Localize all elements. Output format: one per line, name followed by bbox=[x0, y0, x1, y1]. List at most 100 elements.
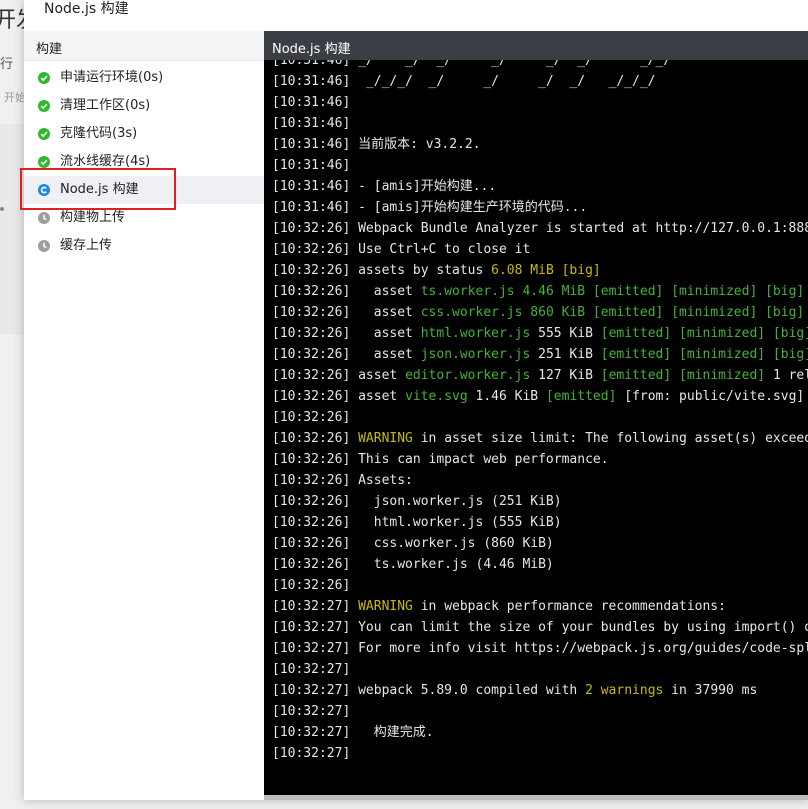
log-segment: [10:31:46] - [amis]开始构建生产环境的代码... bbox=[272, 200, 588, 215]
stage-list-header-label: 构建 bbox=[36, 42, 63, 57]
log-segment: [10:31:46] bbox=[272, 158, 351, 173]
log-segment: [10:32:27] For more info visit https://w… bbox=[272, 641, 808, 656]
log-segment: [10:32:26] asset bbox=[272, 284, 421, 299]
log-segment: editor.worker.js bbox=[405, 368, 531, 383]
log-line: [10:32:26] asset ts.worker.js 4.46 MiB [… bbox=[272, 281, 808, 302]
check-circle-icon bbox=[38, 72, 50, 84]
spinner-icon bbox=[38, 184, 50, 196]
clock-icon bbox=[38, 212, 50, 224]
log-line: [10:32:26] json.worker.js (251 KiB) bbox=[272, 491, 562, 512]
log-line: [10:32:26] assets by status 6.08 MiB [bi… bbox=[272, 260, 601, 281]
log-line: [10:32:27] webpack 5.89.0 compiled with … bbox=[272, 680, 757, 701]
log-segment: [10:32:26] assets by status bbox=[272, 263, 492, 278]
stage-item-active[interactable]: Node.js 构建 bbox=[24, 176, 264, 204]
log-segment: [10:32:26] asset bbox=[272, 305, 421, 320]
log-line: [10:32:27] WARNING in webpack performanc… bbox=[272, 596, 726, 617]
log-segment: WARNING bbox=[358, 599, 413, 614]
log-segment: [10:32:26] css.worker.js (860 KiB) bbox=[272, 536, 554, 551]
stage-label: 申请运行环境(0s) bbox=[60, 70, 164, 85]
log-segment: [10:32:26] This can impact web performan… bbox=[272, 452, 609, 467]
log-segment: [10:31:46] - [amis]开始构建... bbox=[272, 179, 497, 194]
log-segment: [10:32:26] asset bbox=[272, 368, 406, 383]
log-segment: [emitted] [minimized] [big] bbox=[592, 284, 805, 299]
log-segment: [10:31:46] bbox=[272, 95, 351, 110]
log-segment: [10:32:27] bbox=[272, 662, 351, 677]
log-segment: [10:32:26] asset bbox=[272, 326, 421, 341]
log-segment: [10:32:27] webpack 5.89.0 compiled with bbox=[272, 683, 586, 698]
log-line: [10:31:46] 当前版本: v3.2.2. bbox=[272, 134, 481, 155]
log-segment: [10:32:26] Webpack Bundle Analyzer is st… bbox=[272, 221, 808, 236]
log-segment: [10:32:27] bbox=[272, 599, 359, 614]
log-line: [10:32:26] css.worker.js (860 KiB) bbox=[272, 533, 554, 554]
log-segment: [10:32:27] 构建完成. bbox=[272, 725, 434, 740]
log-segment: [10:32:26] asset bbox=[272, 347, 421, 362]
log-line: [10:32:26] Assets: bbox=[272, 470, 413, 491]
stage-label: 流水线缓存(4s) bbox=[60, 154, 151, 169]
log-segment: [from: public/vite.svg] [ bbox=[616, 389, 808, 404]
log-segment: [10:32:27] You can limit the size of you… bbox=[272, 620, 808, 635]
log-segment: [10:32:26] html.worker.js (555 KiB) bbox=[272, 515, 562, 530]
log-segment: ts.worker.js 4.46 MiB bbox=[420, 284, 586, 299]
log-segment: [10:32:27] bbox=[272, 704, 351, 719]
log-segment: 555 KiB bbox=[530, 326, 601, 341]
background-row: 行 bbox=[0, 57, 14, 72]
log-line: [10:32:26] asset html.worker.js 555 KiB … bbox=[272, 323, 808, 344]
log-segment: [10:32:26] Use Ctrl+C to close it bbox=[272, 242, 531, 257]
log-segment: in webpack performance recommendations: bbox=[412, 599, 726, 614]
log-segment bbox=[585, 284, 593, 299]
log-line: [10:31:46] _/ _/ _/ _/ _/ _/ _/_/ bbox=[272, 60, 671, 71]
stage-item[interactable]: 克隆代码(3s) bbox=[24, 120, 264, 148]
log-segment: vite.svg bbox=[405, 389, 468, 404]
log-segment: in asset size limit: The following asset… bbox=[412, 431, 808, 446]
log-segment: json.worker.js bbox=[420, 347, 531, 362]
log-segment: 251 KiB bbox=[530, 347, 601, 362]
stage-label: Node.js 构建 bbox=[60, 182, 139, 197]
log-segment: 1.46 KiB bbox=[467, 389, 546, 404]
log-segment bbox=[585, 305, 593, 320]
log-line: [10:32:26] Use Ctrl+C to close it bbox=[272, 239, 530, 260]
stage-item[interactable]: 构建物上传 bbox=[24, 204, 264, 232]
log-segment: [emitted] [minimized] [big] bbox=[600, 347, 808, 362]
log-line: [10:31:46] bbox=[272, 155, 350, 176]
modal-title: Node.js 构建 bbox=[44, 1, 129, 17]
stage-label: 清理工作区(0s) bbox=[60, 98, 151, 113]
stage-item[interactable]: 缓存上传 bbox=[24, 232, 264, 260]
log-line: [10:32:27] bbox=[272, 701, 350, 722]
log-segment: [10:32:26] asset bbox=[272, 389, 406, 404]
log-line: [10:32:26] html.worker.js (555 KiB) bbox=[272, 512, 562, 533]
log-line: [10:32:26] asset editor.worker.js 127 Ki… bbox=[272, 365, 808, 386]
horizontal-scrollbar[interactable] bbox=[264, 795, 808, 800]
check-circle-icon bbox=[38, 128, 50, 140]
log-segment: [10:32:26] bbox=[272, 410, 351, 425]
log-segment: [10:32:26] Assets: bbox=[272, 473, 413, 488]
log-segment: [10:32:26] bbox=[272, 578, 351, 593]
log-segment: [10:31:46] _/ _/ _/ _/ _/ _/ _/_/ bbox=[272, 60, 672, 68]
log-line: [10:32:26] This can impact web performan… bbox=[272, 449, 609, 470]
stage-list-header: 构建 bbox=[24, 31, 264, 61]
log-segment: in 37990 ms bbox=[663, 683, 758, 698]
log-line: [10:32:26] bbox=[272, 575, 350, 596]
log-line: [10:32:26] WARNING in asset size limit: … bbox=[272, 428, 808, 449]
stage-item[interactable]: 清理工作区(0s) bbox=[24, 92, 264, 120]
stage-label: 克隆代码(3s) bbox=[60, 126, 138, 141]
log-line: [10:32:27] You can limit the size of you… bbox=[272, 617, 808, 638]
stage-item[interactable]: 申请运行环境(0s) bbox=[24, 64, 264, 92]
log-segment: [10:32:26] ts.worker.js (4.46 MiB) bbox=[272, 557, 554, 572]
log-line: [10:32:26] bbox=[272, 407, 350, 428]
log-output[interactable]: [10:31:46] _/ _/ _/ _/ _/ _/ _/_/ [10:31:… bbox=[264, 60, 808, 795]
log-segment: [10:31:46] bbox=[272, 116, 351, 131]
clock-icon bbox=[38, 240, 50, 252]
log-line: [10:31:46] - [amis]开始构建... bbox=[272, 176, 496, 197]
background-row-hint: 开始 bbox=[4, 91, 26, 104]
log-segment: [emitted] bbox=[545, 389, 617, 404]
log-panel-header: Node.js 构建 bbox=[264, 31, 808, 60]
stage-list: 申请运行环境(0s) 清理工作区(0s) 克隆代码(3s) 流水线缓存(4s) … bbox=[20, 64, 264, 260]
log-segment: 6.08 MiB [big] bbox=[491, 263, 601, 278]
log-line: [10:31:46] - [amis]开始构建生产环境的代码... bbox=[272, 197, 587, 218]
background-dot bbox=[0, 207, 4, 211]
log-line: [10:32:26] asset vite.svg 1.46 KiB [emit… bbox=[272, 386, 808, 407]
stage-label: 缓存上传 bbox=[60, 238, 113, 253]
stage-item[interactable]: 流水线缓存(4s) bbox=[24, 148, 264, 176]
log-line: [10:31:46] _/_/_/ _/ _/ _/ _/ _/_/_/ bbox=[272, 71, 656, 92]
log-segment: 127 KiB bbox=[530, 368, 601, 383]
